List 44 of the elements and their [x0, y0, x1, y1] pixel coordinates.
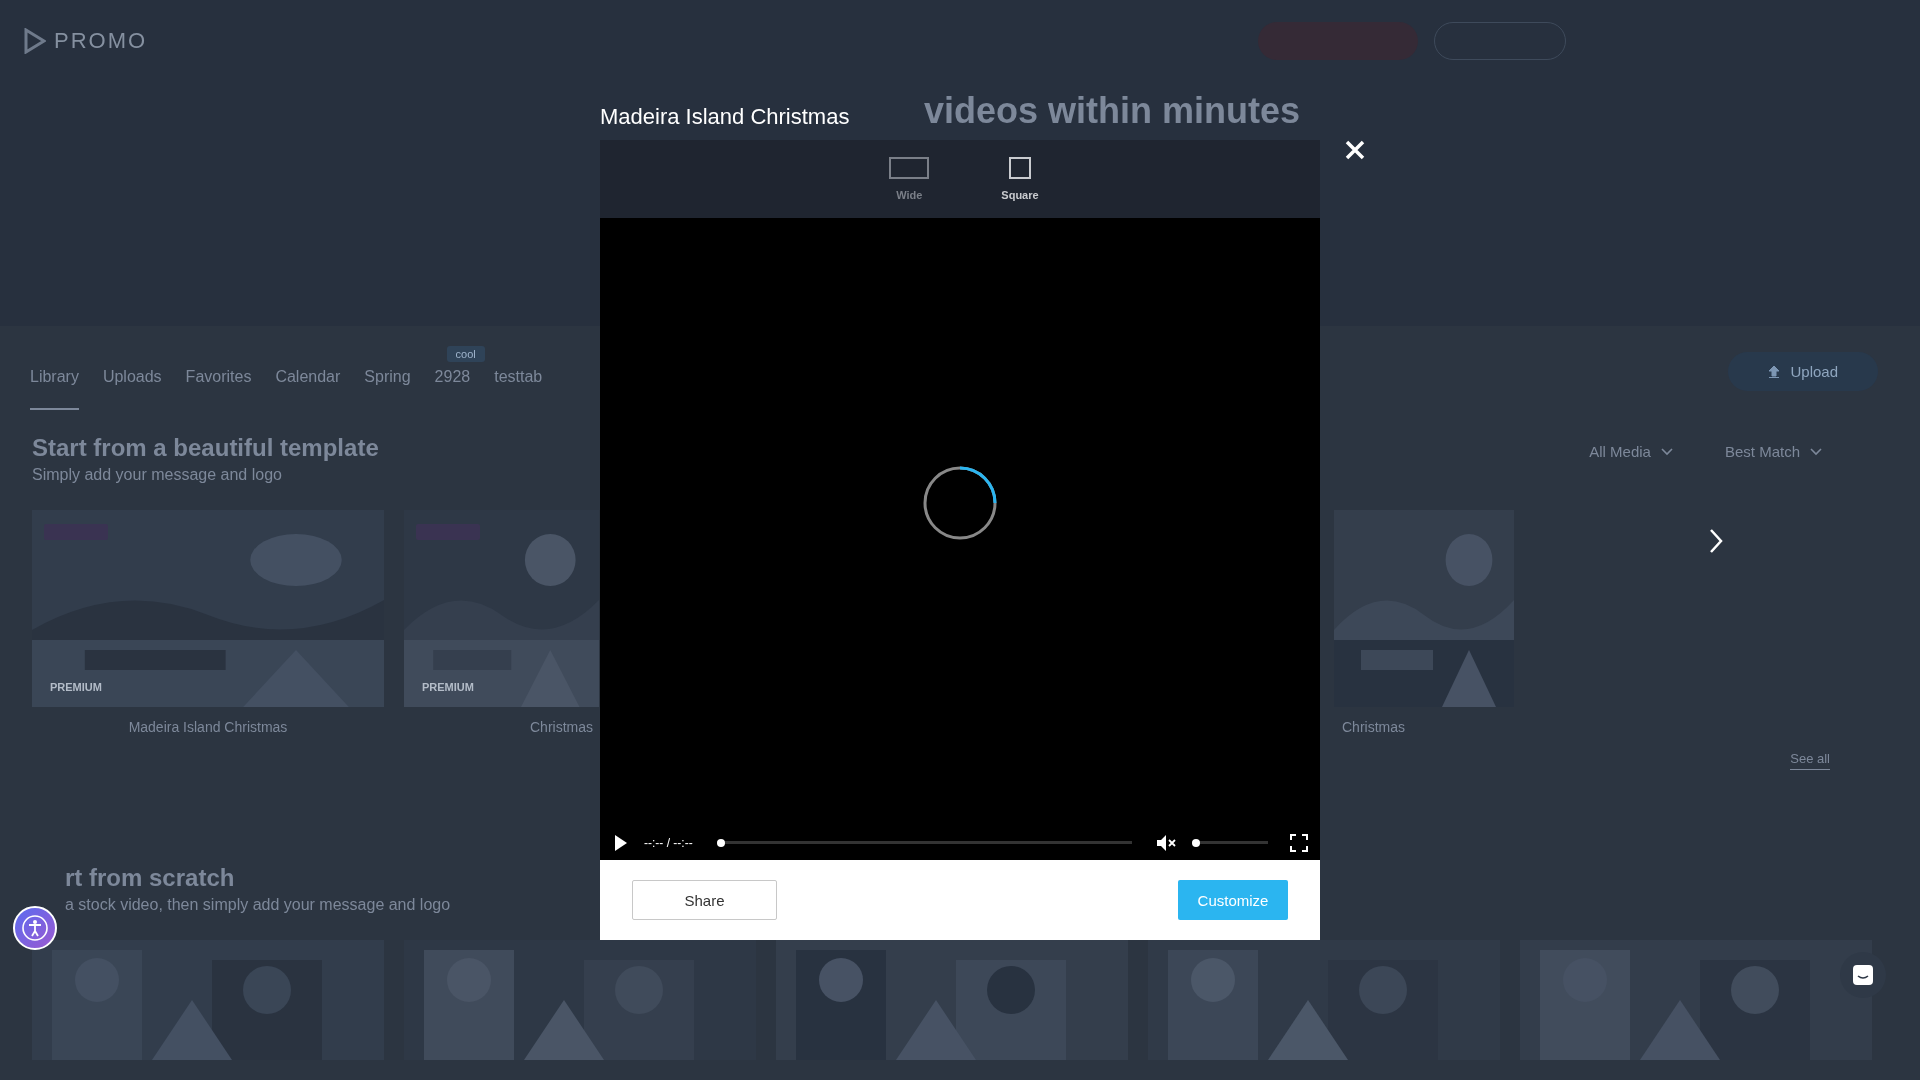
- share-button[interactable]: Share: [632, 880, 777, 920]
- accessibility-button[interactable]: [13, 906, 57, 950]
- dialog-title: Madeira Island Christmas: [600, 104, 850, 130]
- chat-icon: [1852, 964, 1874, 986]
- tab[interactable]: Library: [30, 368, 79, 410]
- card-title: Christmas: [530, 719, 593, 735]
- tab-badge: cool: [446, 346, 485, 362]
- volume-slider[interactable]: [1192, 839, 1268, 847]
- chevron-down-icon: [1810, 447, 1822, 456]
- fullscreen-icon[interactable]: [1290, 834, 1308, 852]
- section-title: rt from scratch: [65, 864, 235, 892]
- mute-icon[interactable]: [1156, 834, 1176, 852]
- premium-label: PREMIUM: [422, 681, 474, 693]
- format-option[interactable]: Wide: [883, 156, 936, 202]
- upload-icon: [1768, 364, 1781, 379]
- filter-dropdown[interactable]: All Media: [1583, 442, 1679, 461]
- time-display: --:-- / --:--: [644, 836, 693, 850]
- customize-button[interactable]: Customize: [1178, 880, 1288, 920]
- section-subtitle: a stock video, then simply add your message and logo: [65, 896, 451, 914]
- premium-label: PREMIUM: [50, 681, 102, 693]
- section-title: Start from a beautiful template: [32, 434, 379, 462]
- tab[interactable]: Calendar: [275, 368, 341, 410]
- logo-text: PROMO: [54, 28, 148, 54]
- tab[interactable]: Uploads: [102, 368, 162, 410]
- format-option[interactable]: Square: [995, 156, 1045, 202]
- chat-button[interactable]: [1840, 952, 1886, 998]
- tab[interactable]: 2928: [434, 368, 471, 410]
- headline: videos within minutes: [924, 90, 1301, 132]
- play-icon[interactable]: [614, 834, 628, 852]
- chevron-down-icon: [1660, 447, 1673, 456]
- accessibility-icon: [20, 913, 50, 943]
- volume-thumb[interactable]: [1192, 839, 1200, 847]
- tab[interactable]: testtab: [494, 368, 543, 410]
- card-title: Christmas: [1342, 719, 1405, 735]
- close-icon[interactable]: [1345, 140, 1365, 160]
- see-all-link[interactable]: See all: [1790, 751, 1830, 770]
- card-title: Madeira Island Christmas: [128, 719, 288, 735]
- tab[interactable]: Favorites: [185, 368, 252, 410]
- tab[interactable]: Spring: [364, 368, 411, 410]
- section-subtitle: Simply add your message and logo: [32, 466, 282, 484]
- filter-dropdown[interactable]: Best Match: [1718, 442, 1828, 461]
- upload-button[interactable]: Upload: [1728, 352, 1878, 391]
- logo-icon: [24, 28, 46, 54]
- progress-thumb[interactable]: [716, 839, 725, 847]
